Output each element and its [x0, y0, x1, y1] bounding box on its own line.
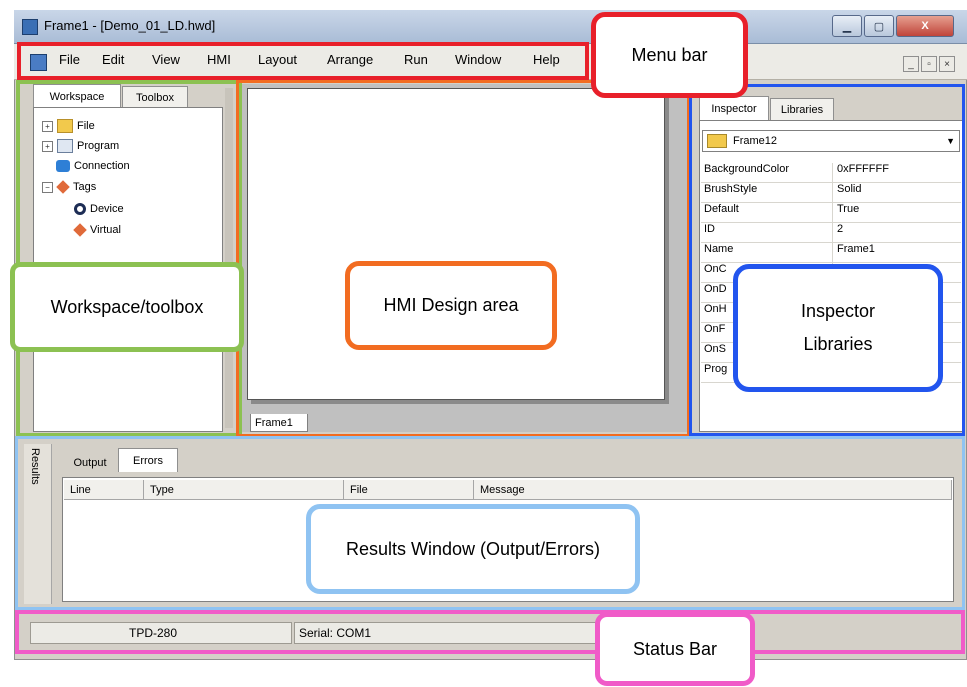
workspace-label: Workspace/toolbox: [10, 262, 244, 352]
status-bar-label: Status Bar: [595, 612, 755, 686]
design-area-label: HMI Design area: [345, 261, 557, 350]
app-icon: [22, 19, 38, 35]
close-button[interactable]: X: [896, 15, 954, 37]
inspector-label: Inspector Libraries: [733, 264, 943, 392]
workspace-highlight: [16, 80, 242, 437]
mdi-restore-button[interactable]: ▫: [921, 56, 937, 72]
results-label: Results Window (Output/Errors): [306, 504, 640, 594]
mdi-close-button[interactable]: ×: [939, 56, 955, 72]
window-title: Frame1 - [Demo_01_LD.hwd]: [44, 18, 216, 33]
menu-bar-highlight: [17, 42, 589, 80]
minimize-button[interactable]: ▁: [832, 15, 862, 37]
inspector-label-line2: Libraries: [803, 334, 873, 354]
maximize-button[interactable]: ▢: [864, 15, 894, 37]
mdi-minimize-button[interactable]: _: [903, 56, 919, 72]
design-area-highlight: [236, 80, 690, 437]
inspector-label-line1: Inspector: [800, 301, 876, 321]
status-bar-highlight: [15, 610, 965, 654]
menu-bar-label: Menu bar: [591, 12, 748, 98]
